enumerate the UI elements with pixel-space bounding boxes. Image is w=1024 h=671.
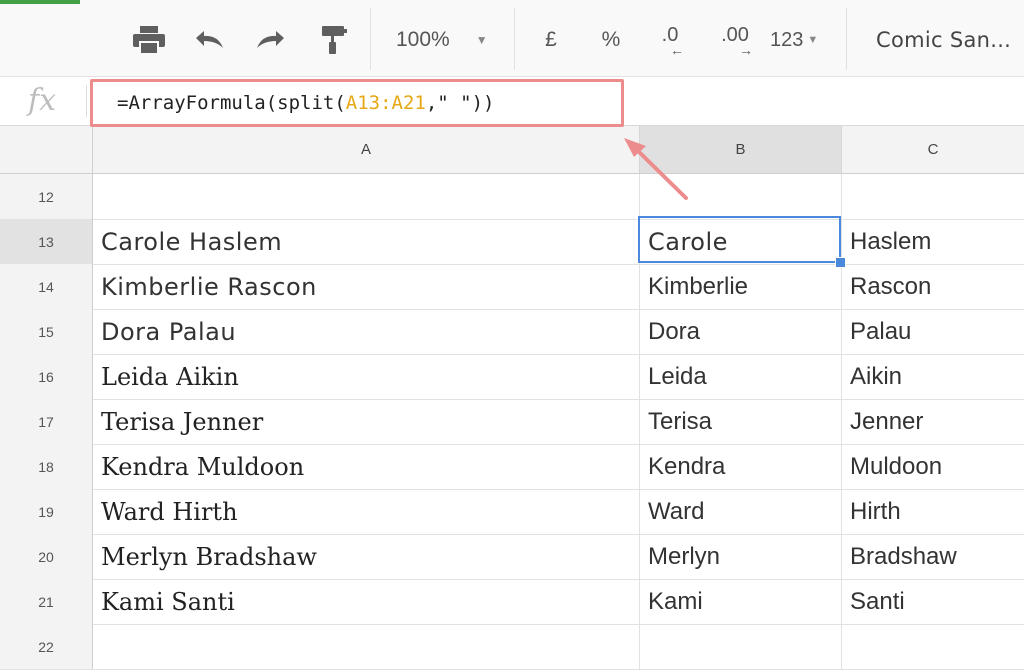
cell[interactable]: Ward Hirth — [93, 489, 640, 534]
cell[interactable]: Kendra Muldoon — [93, 444, 640, 489]
cell[interactable]: Hirth — [842, 489, 1024, 534]
more-formats-label: 123 — [770, 28, 804, 51]
row-header[interactable]: 15 — [0, 309, 93, 354]
row-header[interactable]: 13 — [0, 219, 93, 264]
toolbar-accent — [0, 0, 80, 4]
cell[interactable] — [93, 624, 640, 669]
active-cell-border — [638, 216, 841, 263]
cell[interactable]: Dora Palau — [93, 309, 640, 354]
cell[interactable]: Carole Haslem — [93, 219, 640, 264]
cell[interactable]: Aikin — [842, 354, 1024, 399]
zoom-value: 100% — [396, 28, 450, 51]
row-header[interactable]: 20 — [0, 534, 93, 579]
cell[interactable]: Santi — [842, 579, 1024, 624]
percent-format-button[interactable]: % — [596, 18, 626, 62]
row-header[interactable]: 12 — [0, 174, 93, 219]
cell[interactable] — [640, 624, 842, 669]
paint-format-icon[interactable] — [314, 18, 354, 62]
row-header[interactable]: 18 — [0, 444, 93, 489]
cell[interactable]: Bradshaw — [842, 534, 1024, 579]
toolbar-divider — [370, 8, 371, 70]
cell[interactable]: Rascon — [842, 264, 1024, 309]
cell[interactable] — [640, 174, 842, 219]
undo-icon[interactable] — [188, 18, 230, 62]
fill-handle[interactable] — [835, 257, 846, 268]
formula-range-reference: A13:A21 — [345, 92, 426, 114]
cell[interactable] — [842, 624, 1024, 669]
cell[interactable] — [842, 174, 1024, 219]
cell[interactable] — [93, 174, 640, 219]
formula-suffix: ," ")) — [425, 92, 495, 114]
font-family-select[interactable]: Comic San... — [876, 18, 1024, 62]
cell[interactable]: Leida — [640, 354, 842, 399]
cell[interactable]: Palau — [842, 309, 1024, 354]
toolbar-divider — [846, 8, 847, 70]
cell[interactable]: Muldoon — [842, 444, 1024, 489]
currency-format-button[interactable]: £ — [536, 18, 566, 62]
cell[interactable]: Kimberlie — [640, 264, 842, 309]
currency-label: £ — [545, 28, 557, 51]
formula-input[interactable]: =ArrayFormula(split(A13:A21," ")) — [90, 79, 624, 127]
zoom-select[interactable]: 100% ▼ — [396, 18, 500, 62]
table-row: 16 Leida Aikin Leida Aikin — [0, 354, 1024, 400]
chevron-down-icon: ▼ — [475, 33, 488, 47]
row-header[interactable]: 16 — [0, 354, 93, 399]
select-all-corner[interactable] — [0, 126, 93, 173]
cell[interactable]: Haslem — [842, 219, 1024, 264]
chevron-down-icon: ▼ — [807, 34, 819, 46]
cell[interactable]: Ward — [640, 489, 842, 534]
table-row: 17 Terisa Jenner Terisa Jenner — [0, 399, 1024, 445]
more-formats-button[interactable]: 123 ▼ — [770, 18, 834, 62]
row-header[interactable]: 14 — [0, 264, 93, 309]
row-header[interactable]: 21 — [0, 579, 93, 624]
formula-divider — [86, 85, 87, 117]
row-header[interactable]: 17 — [0, 399, 93, 444]
percent-label: % — [601, 28, 621, 51]
formula-bar: fx =ArrayFormula(split(A13:A21," ")) — [0, 77, 1024, 127]
toolbar-divider — [514, 8, 515, 70]
cell[interactable]: Kami Santi — [93, 579, 640, 624]
table-row: 14 Kimberlie Rascon Kimberlie Rascon — [0, 264, 1024, 310]
cell[interactable]: Merlyn — [640, 534, 842, 579]
cell[interactable]: Kendra — [640, 444, 842, 489]
table-row: 12 — [0, 174, 1024, 220]
column-header-a[interactable]: A — [93, 126, 640, 173]
table-row: 19 Ward Hirth Ward Hirth — [0, 489, 1024, 535]
redo-icon[interactable] — [250, 18, 292, 62]
fx-icon: fx — [28, 83, 57, 118]
cell[interactable]: Kimberlie Rascon — [93, 264, 640, 309]
row-header[interactable]: 19 — [0, 489, 93, 534]
row-header[interactable]: 22 — [0, 624, 93, 669]
column-header-row: A B C — [0, 126, 1024, 174]
arrow-left-icon: ← — [670, 42, 684, 58]
cell[interactable]: Jenner — [842, 399, 1024, 444]
table-row: 21 Kami Santi Kami Santi — [0, 579, 1024, 625]
table-row: 15 Dora Palau Dora Palau — [0, 309, 1024, 355]
cell[interactable]: Dora — [640, 309, 842, 354]
cell[interactable]: Terisa — [640, 399, 842, 444]
cell[interactable]: Terisa Jenner — [93, 399, 640, 444]
table-row: 20 Merlyn Bradshaw Merlyn Bradshaw — [0, 534, 1024, 580]
toolbar: 100% ▼ £ % .0 ← .00 → 123 ▼ Comic San... — [0, 0, 1024, 77]
print-icon[interactable] — [128, 18, 170, 62]
column-header-b[interactable]: B — [640, 126, 842, 173]
table-row: 13 Carole Haslem Carole Haslem — [0, 219, 1024, 265]
cell[interactable]: Merlyn Bradshaw — [93, 534, 640, 579]
arrow-right-icon: → — [739, 42, 753, 58]
font-family-value: Comic San... — [876, 28, 1012, 52]
column-header-c[interactable]: C — [842, 126, 1024, 173]
cell[interactable]: Leida Aikin — [93, 354, 640, 399]
formula-text: =ArrayFormula(split(A13:A21," ")) — [117, 92, 495, 114]
increase-decimal-button[interactable]: .00 → — [712, 18, 758, 62]
table-row: 18 Kendra Muldoon Kendra Muldoon — [0, 444, 1024, 490]
table-row: 22 — [0, 624, 1024, 670]
cell[interactable]: Kami — [640, 579, 842, 624]
decrease-decimal-button[interactable]: .0 ← — [650, 18, 690, 62]
formula-prefix: =ArrayFormula(split( — [117, 92, 346, 114]
